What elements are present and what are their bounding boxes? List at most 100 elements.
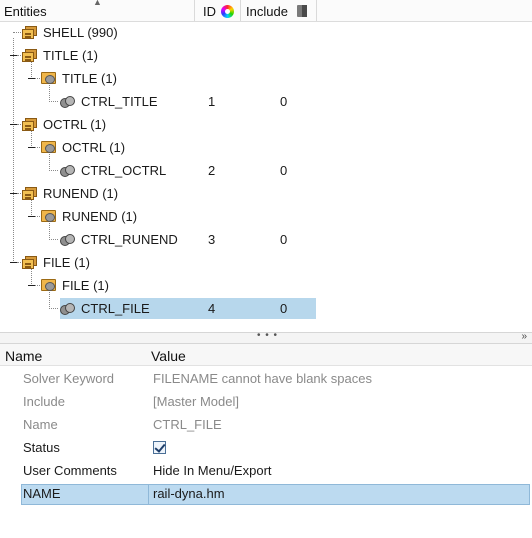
folder-gear-icon — [41, 209, 57, 223]
folder-gear-icon — [41, 278, 57, 292]
property-row-user-comments[interactable]: User Comments Hide In Menu/Export — [0, 459, 532, 482]
tree-row-octrl-folder[interactable]: OCTRL (1) — [0, 136, 532, 159]
status-checkbox[interactable] — [153, 441, 166, 454]
tree-connector — [13, 32, 21, 33]
panel-splitter[interactable]: • • • » — [0, 330, 532, 344]
property-name: NAME — [23, 486, 61, 501]
tree-row-file-folder[interactable]: FILE (1) — [0, 274, 532, 297]
tree-header: Entities ▲ ID Include — [0, 0, 532, 22]
tree-row-label: OCTRL (1) — [43, 117, 107, 132]
tree-connector — [49, 170, 58, 171]
property-name: Status — [23, 440, 60, 455]
column-divider — [148, 484, 149, 505]
tree-connector — [49, 101, 58, 102]
property-value[interactable]: Hide In Menu/Export — [153, 462, 272, 479]
tree-connector — [49, 308, 58, 309]
collapse-icon[interactable] — [10, 262, 17, 263]
entity-include: 0 — [280, 163, 288, 178]
property-row-name[interactable]: Name CTRL_FILE — [0, 413, 532, 436]
tree-row-label: CTRL_RUNEND — [81, 232, 178, 247]
tree-row-label: RUNEND (1) — [62, 209, 138, 224]
entity-properties-panel: Name Value Solver Keyword FILENAME canno… — [0, 344, 532, 538]
collector-icon — [22, 26, 37, 39]
property-value: CTRL_FILE — [153, 417, 222, 432]
property-name: Name — [23, 417, 58, 432]
collector-icon — [22, 49, 37, 62]
tree-row-runend-collector[interactable]: RUNEND (1) — [0, 182, 532, 205]
tree-connector — [35, 147, 40, 148]
collector-icon — [22, 187, 37, 200]
include-column-header[interactable]: Include — [246, 0, 288, 22]
collapse-icon[interactable] — [28, 285, 35, 286]
tree-row-label: OCTRL (1) — [62, 140, 126, 155]
entity-id: 4 — [208, 301, 216, 316]
properties-header: Name Value — [0, 344, 532, 366]
control-card-icon — [60, 233, 77, 246]
collapse-icon[interactable] — [28, 78, 35, 79]
property-value: FILENAME cannot have blank spaces — [153, 371, 372, 386]
property-name: Include — [23, 394, 65, 409]
tree-row-label: TITLE (1) — [43, 48, 98, 63]
entity-id: 3 — [208, 232, 216, 247]
include-file-icon[interactable] — [297, 5, 307, 17]
property-row-include[interactable]: Include [Master Model] — [0, 390, 532, 413]
color-wheel-icon[interactable] — [221, 5, 234, 18]
tree-row-ctrl-file[interactable]: CTRL_FILE 4 0 — [0, 297, 532, 320]
entity-include: 0 — [280, 301, 288, 316]
property-value: [Master Model] — [153, 394, 239, 409]
property-row-name-field[interactable]: NAME rail-dyna.hm — [0, 482, 532, 505]
tree-connector — [17, 262, 21, 263]
tree-row-label: TITLE (1) — [62, 71, 117, 86]
column-divider[interactable] — [194, 0, 195, 21]
folder-gear-icon — [41, 71, 57, 85]
tree-row-label: FILE (1) — [62, 278, 109, 293]
tree-row-label: CTRL_TITLE — [81, 94, 158, 109]
tree-row-label: CTRL_FILE — [81, 301, 150, 316]
column-divider[interactable] — [240, 0, 241, 21]
selection-highlight — [21, 484, 530, 505]
tree-row-title-folder[interactable]: TITLE (1) — [0, 67, 532, 90]
entity-id: 1 — [208, 94, 216, 109]
tree-row-label: CTRL_OCTRL — [81, 163, 167, 178]
tree-row-ctrl-octrl[interactable]: CTRL_OCTRL 2 0 — [0, 159, 532, 182]
tree-row-octrl-collector[interactable]: OCTRL (1) — [0, 113, 532, 136]
control-card-icon — [60, 95, 77, 108]
value-column-header[interactable]: Value — [151, 348, 186, 364]
tree-connector — [17, 55, 21, 56]
tree-row-ctrl-runend[interactable]: CTRL_RUNEND 3 0 — [0, 228, 532, 251]
name-column-header[interactable]: Name — [5, 348, 42, 364]
tree-row-ctrl-title[interactable]: CTRL_TITLE 1 0 — [0, 90, 532, 113]
entity-id: 2 — [208, 163, 216, 178]
property-row-solver-keyword[interactable]: Solver Keyword FILENAME cannot have blan… — [0, 367, 532, 390]
collapse-icon[interactable] — [28, 147, 35, 148]
collapse-icon[interactable] — [10, 124, 17, 125]
tree-row-shell[interactable]: SHELL (990) — [0, 21, 532, 44]
tree-row-label: SHELL (990) — [43, 25, 118, 40]
tree-row-title-collector[interactable]: TITLE (1) — [0, 44, 532, 67]
tree-row-runend-folder[interactable]: RUNEND (1) — [0, 205, 532, 228]
splitter-grip[interactable]: • • • — [257, 330, 278, 341]
sort-ascending-icon: ▲ — [93, 0, 102, 7]
entities-column-header[interactable]: Entities — [4, 0, 47, 22]
property-name: User Comments — [23, 463, 117, 478]
collapse-icon[interactable] — [28, 216, 35, 217]
collector-icon — [22, 118, 37, 131]
name-value-field[interactable]: rail-dyna.hm — [153, 485, 225, 502]
entity-include: 0 — [280, 232, 288, 247]
folder-gear-icon — [41, 140, 57, 154]
control-card-icon — [60, 302, 77, 315]
tree-connector — [49, 239, 58, 240]
tree-connector — [17, 193, 21, 194]
collapse-icon[interactable] — [10, 55, 17, 56]
double-chevron-down-icon[interactable]: » — [521, 331, 527, 342]
collector-icon — [22, 256, 37, 269]
tree-connector — [35, 216, 40, 217]
entity-include: 0 — [280, 94, 288, 109]
column-divider[interactable] — [316, 0, 317, 21]
control-card-icon — [60, 164, 77, 177]
tree-row-file-collector[interactable]: FILE (1) — [0, 251, 532, 274]
id-column-header[interactable]: ID — [203, 0, 216, 22]
tree-connector — [17, 124, 21, 125]
property-row-status[interactable]: Status — [0, 436, 532, 459]
collapse-icon[interactable] — [10, 193, 17, 194]
